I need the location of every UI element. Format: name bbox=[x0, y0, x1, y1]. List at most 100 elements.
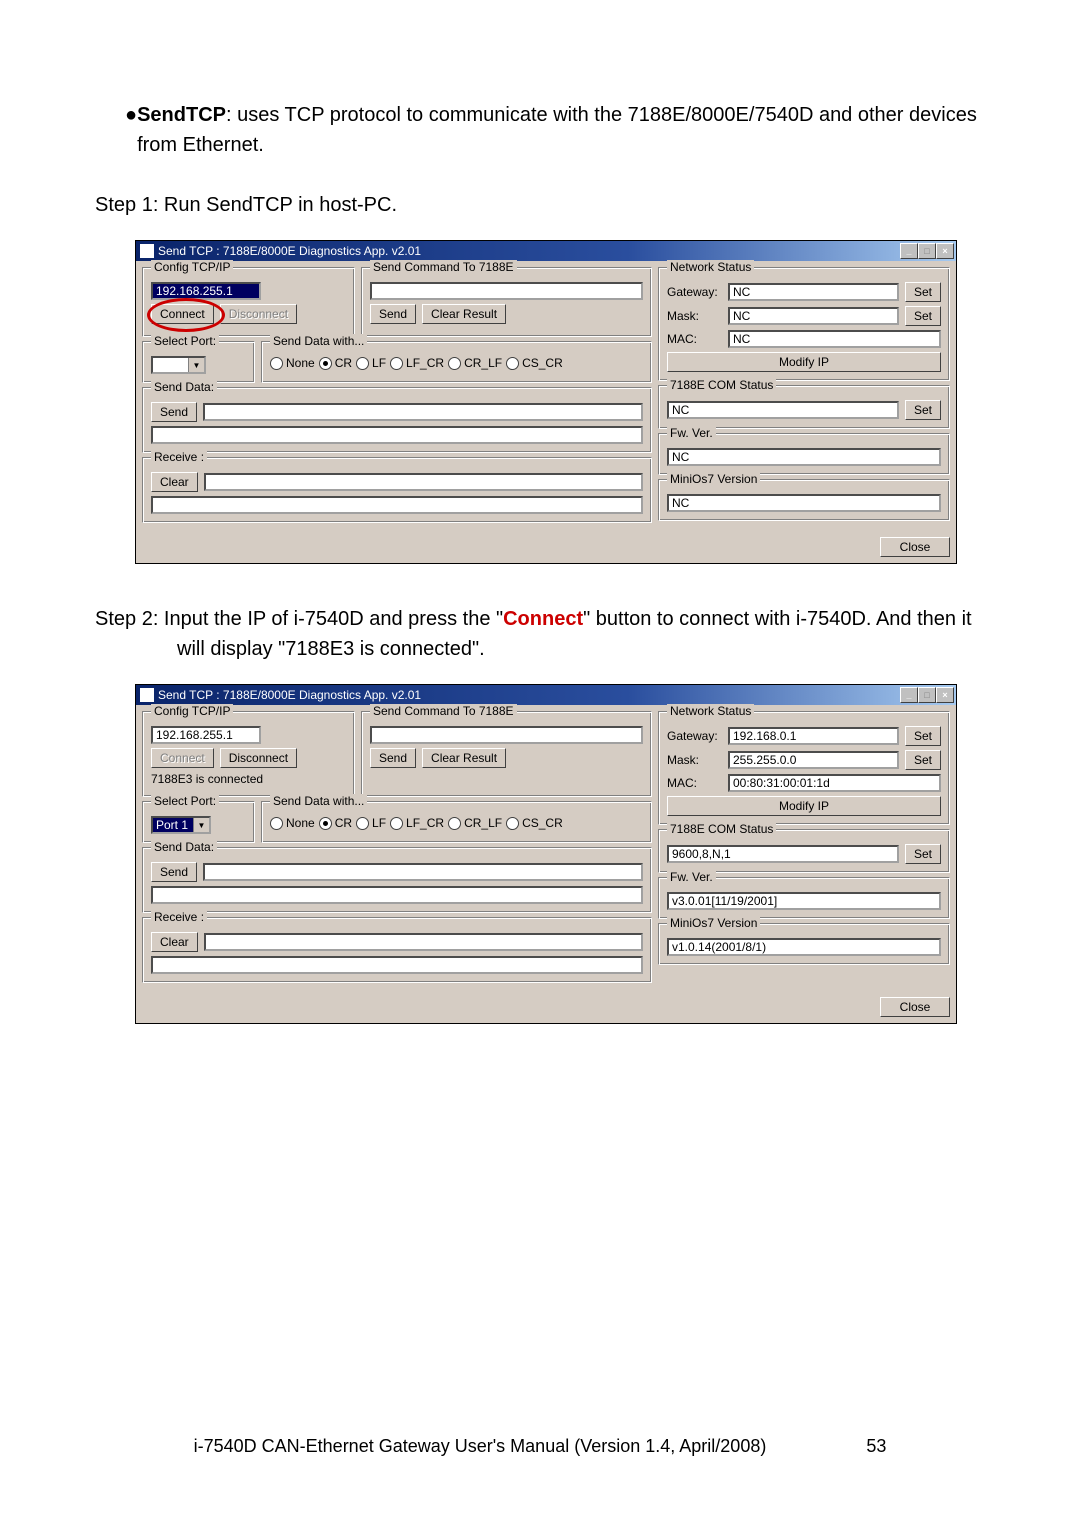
com-status-label: 7188E COM Status bbox=[667, 378, 776, 392]
select-port-label: Select Port: bbox=[151, 794, 219, 808]
page-number: 53 bbox=[866, 1436, 886, 1457]
fwver-label: Fw. Ver. bbox=[667, 426, 716, 440]
radio-lf[interactable]: LF bbox=[356, 816, 386, 830]
minios-value: v1.0.14(2001/8/1) bbox=[667, 938, 941, 956]
send-data-button[interactable]: Send bbox=[151, 862, 197, 882]
radio-crlf[interactable]: CR_LF bbox=[448, 356, 502, 370]
com-status-value: 9600,8,N,1 bbox=[667, 845, 899, 863]
clear-button[interactable]: Clear bbox=[151, 932, 198, 952]
gateway-set-button[interactable]: Set bbox=[905, 726, 941, 746]
close-button[interactable]: Close bbox=[880, 997, 950, 1017]
network-status-label: Network Status bbox=[667, 704, 754, 718]
select-port-label: Select Port: bbox=[151, 334, 219, 348]
intro-rest: : uses TCP protocol to communicate with … bbox=[137, 104, 977, 156]
gateway-label: Gateway: bbox=[667, 285, 722, 299]
send-command-label: Send Command To 7188E bbox=[370, 260, 517, 274]
mask-set-button[interactable]: Set bbox=[905, 750, 941, 770]
fwver-value: NC bbox=[667, 448, 941, 466]
disconnect-button: Disconnect bbox=[220, 304, 297, 324]
radio-lfcr[interactable]: LF_CR bbox=[390, 356, 444, 370]
clear-result-button[interactable]: Clear Result bbox=[422, 748, 506, 768]
com-set-button[interactable]: Set bbox=[905, 844, 941, 864]
send-command-input[interactable] bbox=[370, 726, 643, 744]
step1-text: Step 1: Run SendTCP in host-PC. bbox=[95, 190, 990, 220]
com-status-label: 7188E COM Status bbox=[667, 822, 776, 836]
network-status-label: Network Status bbox=[667, 260, 754, 274]
port-select[interactable]: Port 1▼ bbox=[151, 816, 211, 834]
gateway-set-button[interactable]: Set bbox=[905, 282, 941, 302]
fwver-label: Fw. Ver. bbox=[667, 870, 716, 884]
radio-lfcr[interactable]: LF_CR bbox=[390, 816, 444, 830]
mask-value: 255.255.0.0 bbox=[728, 751, 899, 769]
send-data-result bbox=[151, 886, 643, 904]
radio-cscr[interactable]: CS_CR bbox=[506, 816, 563, 830]
radio-cr[interactable]: CR bbox=[319, 816, 352, 830]
mask-value: NC bbox=[728, 307, 899, 325]
chevron-down-icon: ▼ bbox=[188, 358, 204, 372]
minimize-button[interactable]: _ bbox=[900, 687, 918, 703]
modify-ip-button[interactable]: Modify IP bbox=[667, 796, 941, 816]
mask-set-button[interactable]: Set bbox=[905, 306, 941, 326]
receive-label: Receive : bbox=[151, 450, 207, 464]
receive-label: Receive : bbox=[151, 910, 207, 924]
minios-value: NC bbox=[667, 494, 941, 512]
port-select[interactable]: ▼ bbox=[151, 356, 206, 374]
send-data-input[interactable] bbox=[203, 403, 643, 421]
close-window-button[interactable]: × bbox=[936, 687, 954, 703]
mask-label: Mask: bbox=[667, 753, 722, 767]
gateway-value: NC bbox=[728, 283, 899, 301]
chevron-down-icon: ▼ bbox=[193, 818, 209, 832]
close-button[interactable]: Close bbox=[880, 537, 950, 557]
send-data-input[interactable] bbox=[203, 863, 643, 881]
connect-button[interactable]: Connect bbox=[151, 304, 214, 324]
connection-status: 7188E3 is connected bbox=[151, 772, 346, 788]
maximize-button: □ bbox=[918, 687, 936, 703]
clear-result-button[interactable]: Clear Result bbox=[422, 304, 506, 324]
receive-result bbox=[151, 496, 643, 514]
sendtcp-window-1: Send TCP : 7188E/8000E Diagnostics App. … bbox=[135, 240, 957, 564]
radio-none[interactable]: None bbox=[270, 816, 315, 830]
intro-paragraph: ● SendTCP: uses TCP protocol to communic… bbox=[95, 100, 990, 160]
radio-lf[interactable]: LF bbox=[356, 356, 386, 370]
mask-label: Mask: bbox=[667, 309, 722, 323]
send-data-label: Send Data: bbox=[151, 840, 217, 854]
mac-label: MAC: bbox=[667, 332, 722, 346]
mac-value: NC bbox=[728, 330, 941, 348]
radio-cr[interactable]: CR bbox=[319, 356, 352, 370]
titlebar: Send TCP : 7188E/8000E Diagnostics App. … bbox=[136, 685, 956, 705]
step2-text: Step 2: Input the IP of i-7540D and pres… bbox=[95, 604, 990, 664]
window-title: Send TCP : 7188E/8000E Diagnostics App. … bbox=[158, 688, 421, 702]
ip-input[interactable]: 192.168.255.1 bbox=[151, 282, 261, 300]
bullet: ● bbox=[125, 100, 137, 160]
radio-none[interactable]: None bbox=[270, 356, 315, 370]
modify-ip-button[interactable]: Modify IP bbox=[667, 352, 941, 372]
disconnect-button[interactable]: Disconnect bbox=[220, 748, 297, 768]
close-window-button[interactable]: × bbox=[936, 243, 954, 259]
ip-input[interactable]: 192.168.255.1 bbox=[151, 726, 261, 744]
config-tcpip-label: Config TCP/IP bbox=[151, 704, 233, 718]
receive-input bbox=[204, 473, 643, 491]
com-set-button[interactable]: Set bbox=[905, 400, 941, 420]
send-cmd-button[interactable]: Send bbox=[370, 748, 416, 768]
send-cmd-button[interactable]: Send bbox=[370, 304, 416, 324]
send-command-input[interactable] bbox=[370, 282, 643, 300]
window-title: Send TCP : 7188E/8000E Diagnostics App. … bbox=[158, 244, 421, 258]
minios-label: MiniOs7 Version bbox=[667, 472, 760, 486]
radio-crlf[interactable]: CR_LF bbox=[448, 816, 502, 830]
send-data-button[interactable]: Send bbox=[151, 402, 197, 422]
app-icon bbox=[140, 688, 154, 702]
intro-bold: SendTCP bbox=[137, 104, 226, 126]
config-tcpip-label: Config TCP/IP bbox=[151, 260, 233, 274]
gateway-value: 192.168.0.1 bbox=[728, 727, 899, 745]
send-command-label: Send Command To 7188E bbox=[370, 704, 517, 718]
send-data-with-label: Send Data with... bbox=[270, 794, 367, 808]
receive-result bbox=[151, 956, 643, 974]
minimize-button[interactable]: _ bbox=[900, 243, 918, 259]
mac-value: 00:80:31:00:01:1d bbox=[728, 774, 941, 792]
radio-cscr[interactable]: CS_CR bbox=[506, 356, 563, 370]
mac-label: MAC: bbox=[667, 776, 722, 790]
clear-button[interactable]: Clear bbox=[151, 472, 198, 492]
maximize-button: □ bbox=[918, 243, 936, 259]
send-data-result bbox=[151, 426, 643, 444]
sendtcp-window-2: Send TCP : 7188E/8000E Diagnostics App. … bbox=[135, 684, 957, 1024]
